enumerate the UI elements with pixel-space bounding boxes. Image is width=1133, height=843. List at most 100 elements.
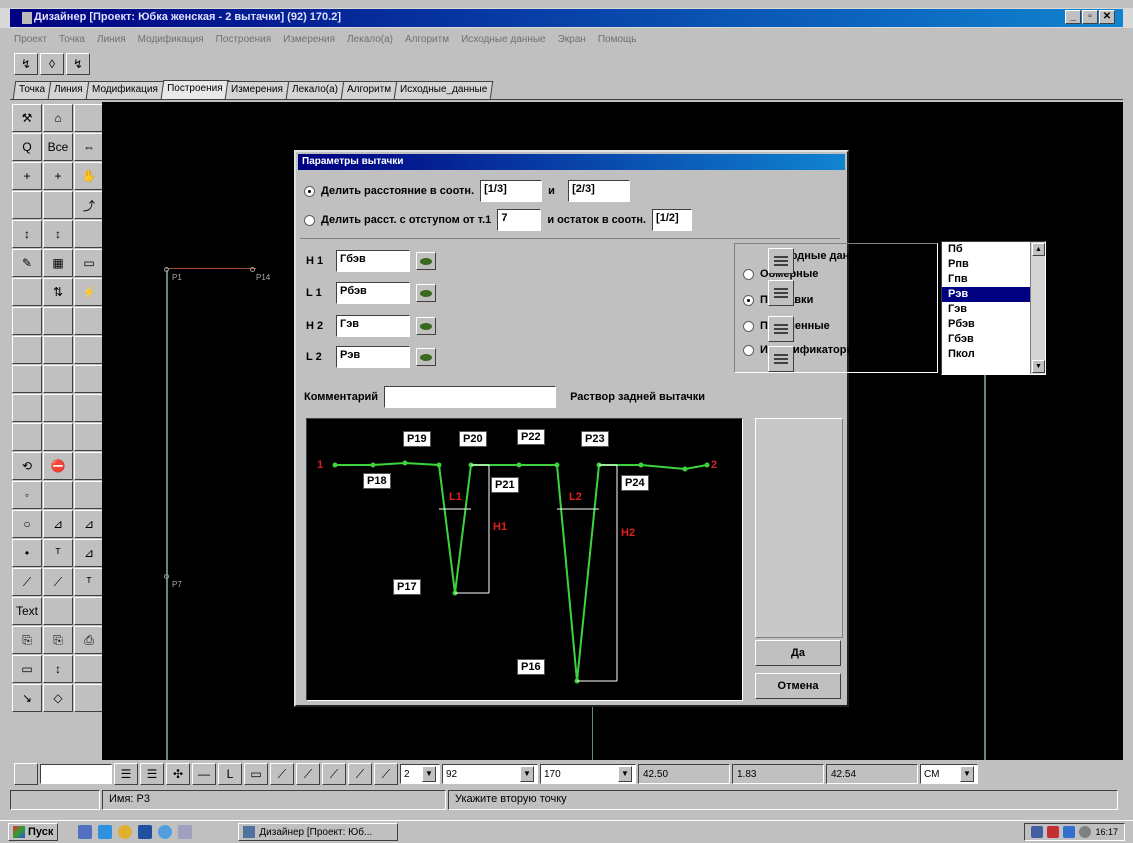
grid1-icon[interactable]: ☰: [114, 763, 138, 785]
tool-button-10-icon[interactable]: [43, 191, 73, 219]
minimize-button[interactable]: _: [1065, 10, 1081, 24]
browser-icon[interactable]: [98, 825, 113, 839]
tool-button-46-icon[interactable]: ᵀ: [43, 539, 73, 567]
ok-button[interactable]: Да: [755, 640, 841, 666]
tool-button-50-icon[interactable]: ᵀ: [74, 568, 104, 596]
radio-measured[interactable]: [743, 268, 754, 280]
identifier-list[interactable]: Пб Рпв Гпв Рэв Гэв Рбэв Гбэв Пкол ▲ ▼: [941, 241, 1046, 375]
tab-6[interactable]: Алгоритм: [340, 81, 398, 99]
tab-0[interactable]: Точка: [12, 81, 52, 99]
tool-button-57-icon[interactable]: ▭: [12, 655, 42, 683]
tool-button-51-icon[interactable]: Text: [12, 597, 42, 625]
tool-button-0-icon[interactable]: ⚒: [12, 104, 42, 132]
tool-button-1-icon[interactable]: ⌂: [43, 104, 73, 132]
tool-button-48-icon[interactable]: ⟋: [12, 568, 42, 596]
ratio3-field[interactable]: [1/2]: [652, 209, 693, 231]
globe-icon[interactable]: [158, 825, 173, 839]
network-icon[interactable]: [1031, 826, 1044, 838]
tool-button-61-icon[interactable]: ◇: [43, 684, 73, 712]
tool-button-14-icon[interactable]: [74, 220, 104, 248]
radio-variables[interactable]: [743, 320, 754, 332]
tab-7[interactable]: Исходные_данные: [393, 81, 494, 99]
radio-identifiers[interactable]: [743, 344, 754, 356]
height-select[interactable]: 170 ▼: [540, 764, 636, 784]
save-icon[interactable]: [138, 825, 153, 839]
tool-button-19-icon[interactable]: ⇅: [43, 278, 73, 306]
radio-divide-ratio[interactable]: [304, 185, 315, 197]
folder-icon[interactable]: [178, 825, 193, 839]
tool-button-8-icon[interactable]: ✋: [74, 162, 104, 190]
maximize-button[interactable]: ▫: [1082, 10, 1098, 24]
menu-algorithm[interactable]: Алгоритм: [405, 34, 449, 45]
list-scrollbar[interactable]: ▲ ▼: [1030, 242, 1045, 374]
tool-button-39-icon[interactable]: ◦: [12, 481, 42, 509]
taskbar-app-item[interactable]: Дизайнер [Проект: Юб...: [238, 823, 399, 841]
tool-button-6-icon[interactable]: +: [12, 162, 42, 190]
menu-point[interactable]: Точка: [59, 34, 85, 45]
tool-button-33-icon[interactable]: [12, 423, 42, 451]
tool-button-20-icon[interactable]: ⚡: [74, 278, 104, 306]
tool-button-21-icon[interactable]: [12, 307, 42, 335]
eye-icon[interactable]: [416, 348, 436, 366]
radio-allowances[interactable]: [743, 294, 754, 306]
canvas-point-p14[interactable]: [250, 267, 255, 272]
line5-icon[interactable]: ⟋: [374, 763, 398, 785]
tool-button-2-icon[interactable]: [74, 104, 104, 132]
tool-button-11-icon[interactable]: ⤴: [74, 191, 104, 219]
tool-button-55-icon[interactable]: ⎘: [43, 626, 73, 654]
scroll-down-icon[interactable]: ▼: [1032, 360, 1045, 373]
eye-icon[interactable]: [416, 317, 436, 335]
dash-icon[interactable]: —: [192, 763, 216, 785]
tool-button-9-icon[interactable]: [12, 191, 42, 219]
tool-button-45-icon[interactable]: •: [12, 539, 42, 567]
align-center-button-icon[interactable]: [768, 280, 794, 306]
menu-help[interactable]: Помощь: [598, 34, 637, 45]
rect-icon[interactable]: ▭: [244, 763, 268, 785]
tab-1[interactable]: Линия: [47, 81, 89, 99]
align-left-button-icon[interactable]: [768, 248, 794, 274]
tool-button-17-icon[interactable]: ▭: [74, 249, 104, 277]
tool-button-58-icon[interactable]: ↕: [43, 655, 73, 683]
chevron-down-icon[interactable]: ▼: [618, 766, 632, 782]
line4-icon[interactable]: ⟋: [348, 763, 372, 785]
tool-button-25-icon[interactable]: [43, 336, 73, 364]
snap-point-icon[interactable]: ✣: [166, 763, 190, 785]
param-field-h1[interactable]: Гбэв: [336, 250, 410, 272]
chevron-down-icon[interactable]: ▼: [422, 766, 436, 782]
param-field-l2[interactable]: Рэв: [336, 346, 410, 368]
layer-button-icon[interactable]: [14, 763, 38, 785]
chevron-down-icon[interactable]: ▼: [960, 766, 974, 782]
tool-button-36-icon[interactable]: ⟲: [12, 452, 42, 480]
tool-button-22-icon[interactable]: [43, 307, 73, 335]
size-select[interactable]: 2 ▼: [400, 764, 440, 784]
volume-icon[interactable]: [1079, 826, 1092, 838]
radio-divide-offset[interactable]: [304, 214, 315, 226]
tool-button-62-icon[interactable]: [74, 684, 104, 712]
point2-tool-icon[interactable]: ↯: [66, 53, 90, 75]
menu-project[interactable]: Проект: [14, 34, 47, 45]
tool-button-4-icon[interactable]: Bce: [43, 133, 73, 161]
media-icon[interactable]: [118, 825, 133, 839]
scroll-track[interactable]: [1031, 257, 1045, 359]
unit-select[interactable]: СМ ▼: [920, 764, 978, 784]
canvas-point-p7[interactable]: [164, 574, 169, 579]
language-icon[interactable]: [1063, 826, 1076, 838]
tool-button-13-icon[interactable]: ↕: [43, 220, 73, 248]
tool-button-15-icon[interactable]: ✎: [12, 249, 42, 277]
tab-2[interactable]: Модификация: [85, 81, 164, 99]
start-button[interactable]: Пуск: [8, 823, 59, 841]
tool-button-12-icon[interactable]: ↕: [12, 220, 42, 248]
corner-icon[interactable]: L: [218, 763, 242, 785]
tool-button-31-icon[interactable]: [43, 394, 73, 422]
line1-icon[interactable]: ⟋: [270, 763, 294, 785]
point-tool-icon[interactable]: ↯: [14, 53, 38, 75]
tool-button-26-icon[interactable]: [74, 336, 104, 364]
align-right-button-icon[interactable]: [768, 316, 794, 342]
tab-3[interactable]: Построения: [160, 80, 229, 99]
comment-field[interactable]: [384, 386, 557, 408]
scroll-up-icon[interactable]: ▲: [1032, 243, 1045, 256]
tool-button-32-icon[interactable]: [74, 394, 104, 422]
grid2-icon[interactable]: ☰: [140, 763, 164, 785]
tool-button-56-icon[interactable]: ⎙: [74, 626, 104, 654]
tab-4[interactable]: Измерения: [224, 81, 290, 99]
